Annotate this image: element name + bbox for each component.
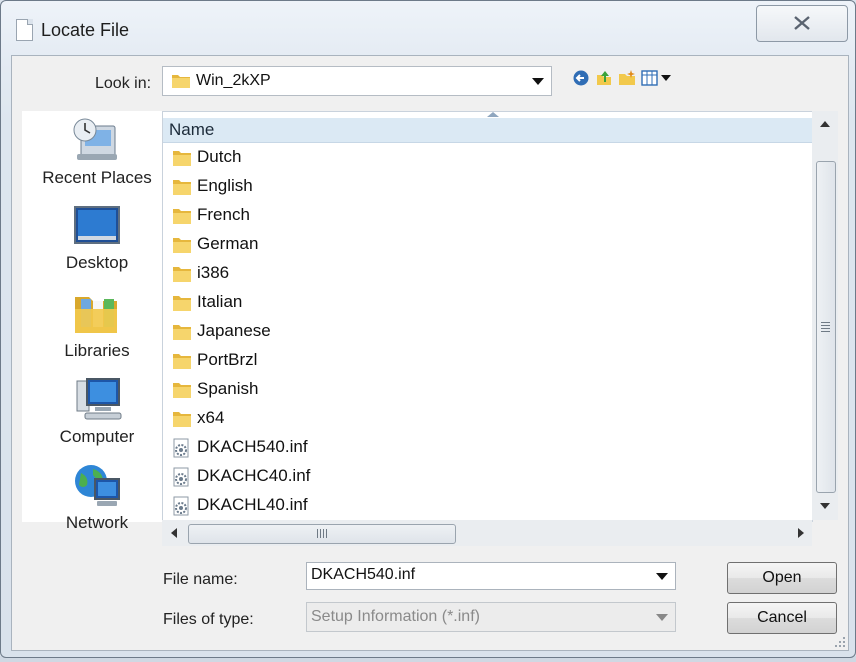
dialog-client: Look in: Win_2kXP Recent Places Desktop … <box>11 55 849 651</box>
place-recent-places[interactable]: Recent Places <box>22 116 172 188</box>
setup-file-icon <box>172 467 192 492</box>
open-button[interactable]: Open <box>727 562 837 594</box>
place-label: Recent Places <box>42 168 152 187</box>
place-desktop[interactable]: Desktop <box>22 203 172 273</box>
folder-icon <box>172 380 192 405</box>
list-item-name: Italian <box>197 292 243 311</box>
horizontal-scrollbar[interactable] <box>162 520 812 546</box>
scroll-right-icon[interactable] <box>798 528 804 538</box>
filename-input[interactable]: DKACH540.inf <box>306 562 676 590</box>
list-item[interactable]: i386 <box>169 260 769 289</box>
list-item[interactable]: English <box>169 173 769 202</box>
folder-icon <box>172 409 192 434</box>
list-item-name: i386 <box>197 263 230 282</box>
list-item-name: English <box>197 176 253 195</box>
window-title: Locate File <box>41 20 130 40</box>
chevron-down-icon <box>656 614 668 621</box>
folder-icon <box>172 293 192 318</box>
list-item[interactable]: x64 <box>169 405 769 434</box>
filename-value: DKACH540.inf <box>311 566 416 583</box>
scroll-up-icon[interactable] <box>820 121 830 127</box>
back-icon[interactable] <box>572 69 590 87</box>
scroll-down-icon[interactable] <box>820 503 830 509</box>
chevron-down-icon[interactable] <box>656 573 668 580</box>
list-item-name: Japanese <box>197 321 271 340</box>
place-label: Computer <box>59 427 135 446</box>
list-item[interactable]: DKACHC40.inf <box>169 463 769 492</box>
column-header-name[interactable]: Name <box>163 112 812 143</box>
setup-file-icon <box>172 438 192 463</box>
list-item-name: French <box>197 205 250 224</box>
folder-icon <box>172 235 192 260</box>
filetype-combo[interactable]: Setup Information (*.inf) <box>306 602 676 632</box>
document-icon <box>16 19 33 41</box>
folder-icon <box>172 206 192 231</box>
list-item-name: DKACHL40.inf <box>197 495 308 514</box>
column-header-label: Name <box>169 120 215 139</box>
recent-places-icon <box>73 118 117 160</box>
desktop-icon <box>74 206 120 244</box>
list-item[interactable]: Dutch <box>169 144 769 173</box>
lookin-value: Win_2kXP <box>196 72 271 89</box>
place-label: Desktop <box>65 253 129 272</box>
locate-file-dialog: Locate File Look in: Win_2kXP Recent Pla… <box>0 0 856 658</box>
place-label: Network <box>65 513 129 532</box>
list-item[interactable]: German <box>169 231 769 260</box>
list-item[interactable]: Italian <box>169 289 769 318</box>
network-icon <box>75 465 120 506</box>
list-item[interactable]: DKACHL40.inf <box>169 492 769 521</box>
libraries-icon <box>75 297 117 333</box>
cancel-button[interactable]: Cancel <box>727 602 837 634</box>
chevron-down-icon <box>532 78 544 85</box>
list-item[interactable]: Spanish <box>169 376 769 405</box>
file-list: Name Dutch English French German i386 Italian… <box>162 111 813 522</box>
vertical-scroll-thumb[interactable] <box>816 161 836 493</box>
list-item-name: German <box>197 234 259 253</box>
list-item[interactable]: French <box>169 202 769 231</box>
place-network[interactable]: Network <box>22 461 172 533</box>
vertical-scrollbar[interactable] <box>812 111 838 520</box>
list-item[interactable]: DKACH540.inf <box>169 434 769 463</box>
filetype-label: Files of type: <box>163 611 254 628</box>
folder-icon <box>172 148 192 173</box>
places-bar: Recent Places Desktop Libraries Computer… <box>22 111 162 532</box>
list-item[interactable]: Japanese <box>169 318 769 347</box>
place-label: Libraries <box>64 341 130 360</box>
folder-icon <box>172 351 192 376</box>
sort-ascending-icon <box>487 112 499 117</box>
place-computer[interactable]: Computer <box>22 375 172 447</box>
setup-file-icon <box>172 496 192 521</box>
folder-icon <box>172 264 192 289</box>
place-libraries[interactable]: Libraries <box>22 289 172 361</box>
list-item-name: x64 <box>197 408 225 427</box>
folder-icon <box>172 322 192 347</box>
view-menu-icon[interactable] <box>641 69 677 87</box>
list-item-name: DKACHC40.inf <box>197 466 311 485</box>
lookin-combo[interactable]: Win_2kXP <box>162 66 552 96</box>
horizontal-scroll-thumb[interactable] <box>188 524 456 544</box>
computer-icon <box>76 378 122 420</box>
folder-icon <box>172 75 190 88</box>
new-folder-icon[interactable] <box>618 69 636 87</box>
list-item-name: Dutch <box>197 147 242 166</box>
list-item[interactable]: PortBrzl <box>169 347 769 376</box>
filename-label: File name: <box>163 571 238 588</box>
resize-grip-icon[interactable] <box>834 636 846 648</box>
up-folder-icon[interactable] <box>595 69 613 87</box>
list-item-name: PortBrzl <box>197 350 258 369</box>
list-item-name: Spanish <box>197 379 259 398</box>
lookin-label: Look in: <box>95 75 152 92</box>
close-icon <box>794 16 810 30</box>
scroll-left-icon[interactable] <box>171 528 177 538</box>
close-button[interactable] <box>756 5 848 42</box>
folder-icon <box>172 177 192 202</box>
list-item-name: DKACH540.inf <box>197 437 308 456</box>
filetype-value: Setup Information (*.inf) <box>311 608 480 625</box>
